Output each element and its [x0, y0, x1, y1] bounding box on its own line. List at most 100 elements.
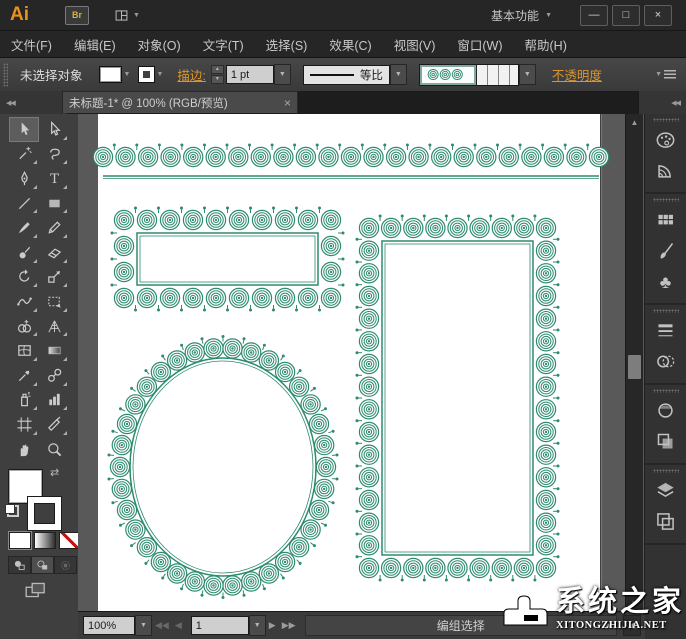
- shape-builder-tool[interactable]: [9, 314, 39, 339]
- panel-grip[interactable]: [653, 118, 679, 122]
- canvas-area[interactable]: ▲ ▼: [78, 114, 645, 612]
- draw-inside-button[interactable]: [54, 556, 77, 574]
- menu-item-8[interactable]: 窗口(W): [446, 35, 513, 54]
- panel-swatches-button[interactable]: [645, 204, 685, 235]
- scale-tool[interactable]: [39, 265, 69, 290]
- menu-item-3[interactable]: 对象(O): [127, 35, 192, 54]
- paintbrush-tool[interactable]: [9, 215, 39, 240]
- panel-transparency-button[interactable]: [645, 346, 685, 377]
- type-tool[interactable]: T: [39, 166, 69, 191]
- fill-color-swatch[interactable]: [99, 66, 122, 83]
- ornament-artwork[interactable]: [78, 114, 645, 612]
- mesh-tool[interactable]: [9, 338, 39, 363]
- panel-brushes-button[interactable]: [645, 235, 685, 266]
- zoom-dropdown[interactable]: ▼: [135, 615, 152, 636]
- line-segment-tool[interactable]: [9, 191, 39, 216]
- eraser-tool[interactable]: [39, 240, 69, 265]
- direct-selection-tool[interactable]: [39, 117, 69, 142]
- control-panel-menu-button[interactable]: ▼: [655, 70, 676, 79]
- panel-artboards-button[interactable]: [645, 506, 685, 537]
- artboard-tool[interactable]: [9, 412, 39, 437]
- next-artboard-button[interactable]: ▶: [269, 620, 276, 631]
- prev-artboard-button[interactable]: ◀: [175, 620, 182, 631]
- blob-brush-tool[interactable]: [9, 240, 39, 265]
- swap-fill-stroke-icon[interactable]: ⇄: [50, 466, 59, 479]
- hand-tool[interactable]: [9, 437, 39, 462]
- menu-item-2[interactable]: 编辑(E): [63, 35, 127, 54]
- stroke-width-stepper[interactable]: ▲ ▼: [211, 65, 224, 84]
- artboard-number-field[interactable]: 1: [191, 616, 249, 635]
- scrollbar-thumb[interactable]: [628, 355, 641, 379]
- pencil-tool[interactable]: [39, 215, 69, 240]
- stroke-profile-combo[interactable]: 等比: [303, 65, 390, 85]
- slice-tool[interactable]: [39, 412, 69, 437]
- rectangle-tool[interactable]: [39, 191, 69, 216]
- menu-item-9[interactable]: 帮助(H): [514, 35, 578, 54]
- panel-grip[interactable]: [653, 198, 679, 202]
- stroke-color-swatch[interactable]: [139, 67, 154, 82]
- zoom-tool[interactable]: [39, 437, 69, 462]
- chevron-down-icon[interactable]: ▼: [124, 71, 131, 78]
- zoom-level-field[interactable]: 100%: [83, 616, 135, 635]
- panel-color-button[interactable]: [645, 124, 685, 155]
- document-tab[interactable]: 未标题-1* @ 100% (RGB/预览) ×: [62, 91, 298, 113]
- selection-tool[interactable]: [9, 117, 39, 142]
- status-display[interactable]: 编组选择 ▶: [305, 615, 617, 636]
- lasso-tool[interactable]: [39, 142, 69, 167]
- minimize-button[interactable]: —: [580, 5, 608, 26]
- panel-grip[interactable]: [653, 389, 679, 393]
- brush-dropdown[interactable]: ▼: [519, 64, 536, 85]
- rotate-tool[interactable]: [9, 265, 39, 290]
- draw-normal-button[interactable]: [8, 556, 31, 574]
- artboard-dropdown[interactable]: ▼: [249, 615, 266, 636]
- workspace-switcher[interactable]: 基本功能 ▼: [491, 7, 552, 24]
- tab-close-icon[interactable]: ×: [284, 96, 291, 110]
- panel-appearance-button[interactable]: [645, 395, 685, 426]
- panel-collapse-button[interactable]: ◀◀: [638, 91, 686, 114]
- control-bar-grip[interactable]: [3, 63, 8, 87]
- toolbar-collapse-button[interactable]: ◀◀: [0, 91, 68, 114]
- panel-grip[interactable]: [653, 469, 679, 473]
- pen-tool[interactable]: [9, 166, 39, 191]
- panel-layers-button[interactable]: [645, 475, 685, 506]
- stroke-proxy-swatch[interactable]: [28, 497, 61, 530]
- perspective-grid-tool[interactable]: [39, 314, 69, 339]
- column-graph-tool[interactable]: [39, 388, 69, 413]
- menu-item-1[interactable]: 文件(F): [0, 35, 63, 54]
- eyedropper-tool[interactable]: [9, 363, 39, 388]
- menu-item-7[interactable]: 视图(V): [383, 35, 447, 54]
- maximize-button[interactable]: □: [612, 5, 640, 26]
- last-artboard-button[interactable]: ▶▶: [282, 620, 296, 631]
- vertical-scrollbar[interactable]: ▲ ▼: [625, 114, 643, 612]
- gradient-button[interactable]: [34, 532, 56, 549]
- magic-wand-tool[interactable]: [9, 142, 39, 167]
- width-tool[interactable]: [9, 289, 39, 314]
- brush-definition-combo[interactable]: [419, 64, 519, 86]
- stroke-width-dropdown[interactable]: ▼: [274, 64, 291, 85]
- gradient-tool[interactable]: [39, 338, 69, 363]
- arrange-documents-button[interactable]: ▼: [113, 8, 140, 23]
- blend-tool[interactable]: [39, 363, 69, 388]
- panel-stroke-button[interactable]: [645, 315, 685, 346]
- default-fill-stroke-icon[interactable]: [5, 504, 19, 517]
- status-popup-icon[interactable]: ▶: [605, 620, 612, 631]
- menu-item-6[interactable]: 效果(C): [318, 35, 382, 54]
- draw-behind-button[interactable]: [31, 556, 54, 574]
- menu-item-5[interactable]: 选择(S): [255, 35, 319, 54]
- opacity-panel-link[interactable]: 不透明度: [552, 65, 602, 84]
- profile-dropdown[interactable]: ▼: [390, 64, 407, 85]
- scroll-up-icon[interactable]: ▲: [626, 115, 643, 130]
- stroke-panel-link[interactable]: 描边:: [177, 65, 205, 84]
- panel-symbols-button[interactable]: ♣: [645, 266, 685, 297]
- panel-graphic-styles-button[interactable]: [645, 426, 685, 457]
- menu-item-4[interactable]: 文字(T): [192, 35, 255, 54]
- panel-grip[interactable]: [653, 309, 679, 313]
- first-artboard-button[interactable]: ◀◀: [155, 620, 169, 631]
- chevron-down-icon[interactable]: ▼: [156, 71, 163, 78]
- stroke-width-field[interactable]: 1 pt: [226, 65, 274, 84]
- scroll-down-icon[interactable]: ▼: [626, 596, 643, 611]
- color-button[interactable]: [9, 532, 31, 549]
- stepper-down-icon[interactable]: ▼: [211, 75, 224, 84]
- stepper-up-icon[interactable]: ▲: [211, 65, 224, 74]
- free-transform-tool[interactable]: [39, 289, 69, 314]
